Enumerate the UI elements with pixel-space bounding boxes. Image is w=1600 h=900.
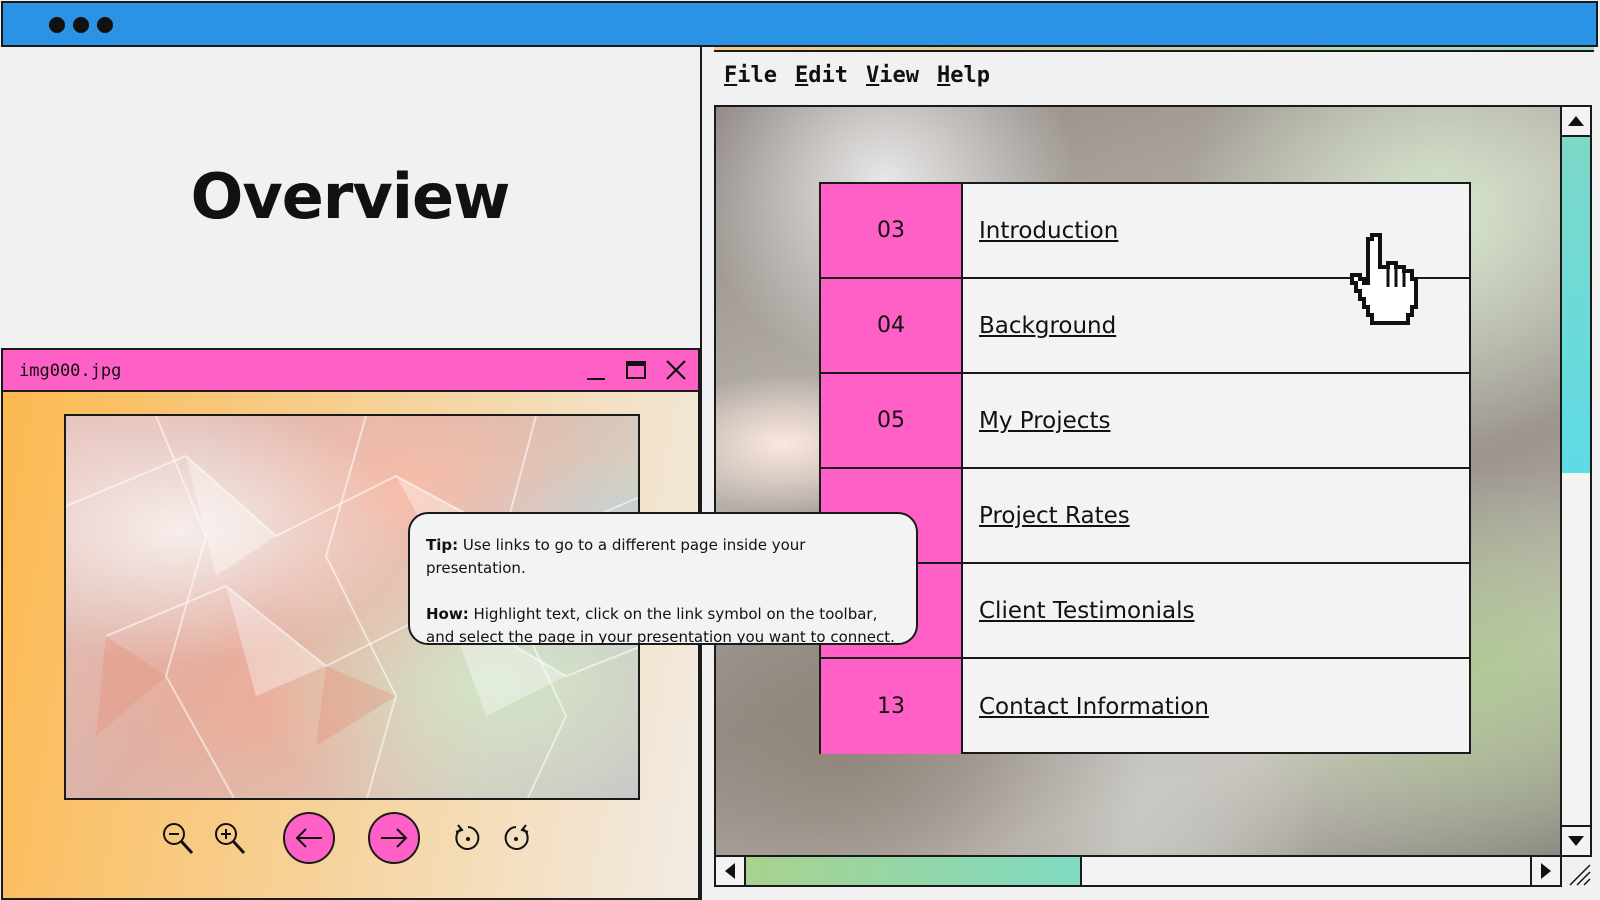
window-top-edge [714, 47, 1594, 52]
tip-label: Tip: [426, 536, 459, 554]
vertical-scroll-thumb[interactable] [1562, 137, 1590, 473]
menu-bar: File Edit View Help [724, 63, 990, 88]
dot [97, 17, 113, 33]
top-bar [1, 1, 1598, 47]
menu-help[interactable]: Help [937, 63, 990, 88]
table-row: 05 My Projects [821, 374, 1469, 469]
menu-edit-rest: dit [808, 63, 848, 88]
link-introduction[interactable]: Introduction [979, 184, 1118, 277]
close-icon[interactable] [661, 356, 691, 384]
previous-button[interactable] [283, 812, 335, 864]
table-row: Client Testimonials [821, 564, 1469, 659]
table-row: Project Rates [821, 469, 1469, 564]
arrow-right-icon[interactable] [1530, 857, 1560, 885]
link-client-testimonials[interactable]: Client Testimonials [979, 564, 1195, 657]
menu-view[interactable]: View [866, 63, 919, 88]
table-row: 13 Contact Information [821, 659, 1469, 754]
arrow-left-icon[interactable] [716, 857, 746, 885]
menu-file-mnemonic: F [724, 63, 738, 88]
browser-window: File Edit View Help 03 Introduction 04 B… [702, 47, 1600, 900]
viewer-titlebar[interactable]: img000.jpg [3, 350, 698, 392]
link-my-projects[interactable]: My Projects [979, 374, 1110, 467]
link-project-rates[interactable]: Project Rates [979, 469, 1130, 562]
horizontal-scroll-thumb[interactable] [746, 857, 1082, 885]
menu-view-mnemonic: V [866, 63, 880, 88]
viewer-toolbar [3, 805, 702, 875]
minimize-icon[interactable] [581, 356, 611, 384]
page-number: 04 [821, 279, 963, 372]
vertical-scrollbar[interactable] [1562, 105, 1592, 857]
link-contact-information[interactable]: Contact Information [979, 659, 1209, 754]
content-viewport[interactable]: 03 Introduction 04 Background 05 My Proj… [714, 105, 1562, 857]
arrow-up-icon[interactable] [1562, 107, 1590, 137]
menu-help-mnemonic: H [937, 63, 951, 88]
menu-help-rest: elp [950, 63, 990, 88]
viewer-title: img000.jpg [19, 361, 122, 381]
dot [49, 17, 65, 33]
maximize-icon[interactable] [621, 356, 651, 384]
dot [73, 17, 89, 33]
next-button[interactable] [368, 812, 420, 864]
how-line: How: Highlight text, click on the link s… [426, 603, 900, 649]
menu-edit[interactable]: Edit [795, 63, 848, 88]
resize-grip-icon[interactable] [1562, 857, 1592, 887]
tip-text: Use links to go to a different page insi… [426, 536, 806, 577]
horizontal-scrollbar[interactable] [714, 857, 1562, 887]
tip-line: Tip: Use links to go to a different page… [426, 534, 900, 580]
page-number: 05 [821, 374, 963, 467]
zoom-out-icon[interactable] [161, 821, 195, 857]
menu-file-rest: ile [737, 63, 777, 88]
how-label: How: [426, 605, 469, 623]
how-text: Highlight text, click on the link symbol… [426, 605, 895, 646]
hand-cursor-icon [1348, 231, 1420, 331]
zoom-in-icon[interactable] [213, 821, 247, 857]
tip-tooltip: Tip: Use links to go to a different page… [408, 512, 918, 646]
rotate-right-icon[interactable] [501, 823, 531, 853]
page-number: 13 [821, 659, 963, 754]
page-number: 03 [821, 184, 963, 277]
menu-file[interactable]: File [724, 63, 777, 88]
page-title: Overview [190, 160, 511, 233]
window-dots-icon[interactable] [49, 17, 113, 33]
arrow-down-icon[interactable] [1562, 825, 1590, 855]
menu-view-rest: iew [879, 63, 919, 88]
menu-edit-mnemonic: E [795, 63, 809, 88]
link-background[interactable]: Background [979, 279, 1116, 372]
rotate-left-icon[interactable] [453, 823, 483, 853]
